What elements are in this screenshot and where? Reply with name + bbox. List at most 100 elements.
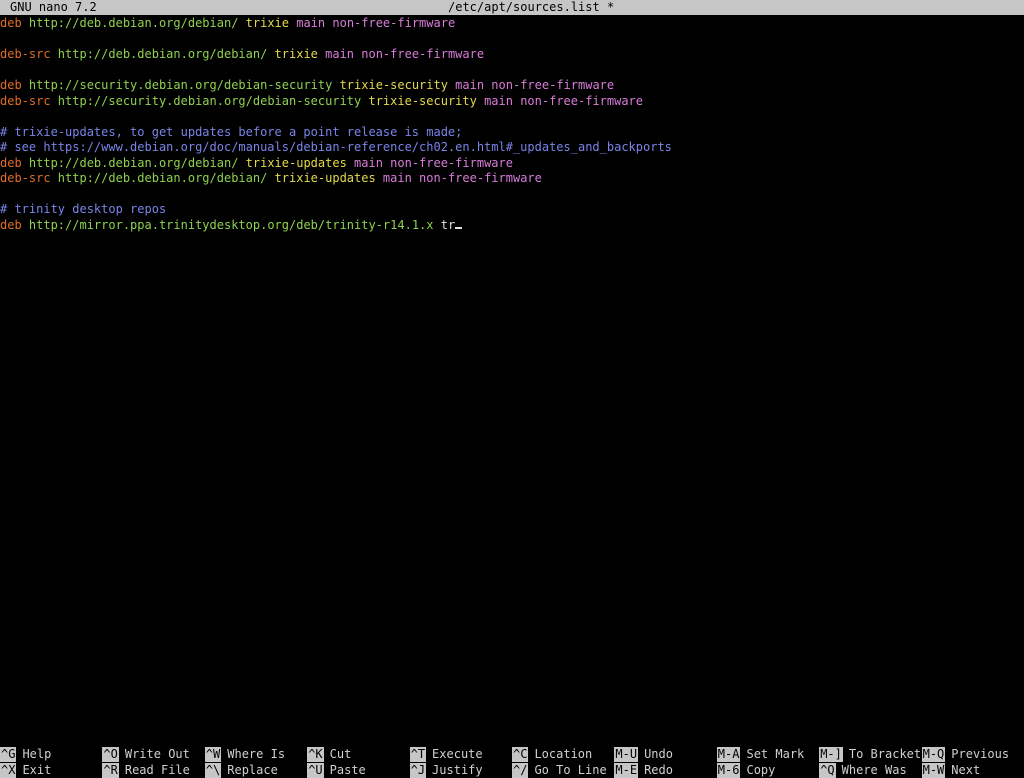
shortcut-label: Justify	[432, 763, 483, 777]
shortcut-item[interactable]: ^/ Go To Line	[512, 763, 607, 778]
line-segment: deb-src	[0, 93, 51, 108]
line-segment: deb	[0, 217, 22, 232]
line-segment: deb	[0, 78, 22, 92]
shortcut-item[interactable]: ^J Justify	[409, 763, 483, 778]
editor-buffer[interactable]: deb http://deb.debian.org/debian/ trixie…	[0, 16, 1024, 746]
shortcut-item[interactable]: ^\ Replace	[204, 763, 278, 778]
editor-line[interactable]: deb-src http://deb.debian.org/debian/ tr…	[0, 171, 542, 186]
shortcut-item[interactable]: ^O Write Out	[102, 747, 190, 762]
line-segment: # see https://www.debian.org/doc/manuals…	[0, 140, 672, 154]
file-name: /etc/apt/sources.list *	[448, 0, 615, 14]
shortcut-label: Cut	[329, 747, 352, 761]
editor-line[interactable]: deb-src http://security.debian.org/debia…	[0, 94, 643, 109]
shortcut-key: M-]	[819, 747, 843, 762]
editor-line[interactable]: # trixie-updates, to get updates before …	[0, 125, 462, 140]
shortcut-key: M-A	[716, 747, 741, 762]
shortcut-item[interactable]: M-W Next	[921, 763, 981, 778]
shortcut-key: ^T	[409, 747, 427, 762]
shortcut-key: ^Q	[819, 763, 836, 778]
shortcut-label: Copy	[746, 763, 776, 777]
line-segment: main non-free-firmware	[476, 93, 644, 108]
shortcut-label: Go To Line	[534, 763, 607, 777]
shortcut-item[interactable]: M-6 Copy	[716, 763, 776, 778]
line-segment: http://security.debian.org/debian-securi…	[21, 78, 333, 92]
shortcut-item[interactable]: ^R Read File	[102, 763, 190, 778]
line-segment: trixie-security	[332, 78, 448, 92]
editor-line[interactable]: deb http://security.debian.org/debian-se…	[0, 78, 614, 93]
shortcut-key: ^\	[204, 763, 222, 778]
line-segment: deb-src	[0, 171, 51, 185]
shortcut-key: ^R	[102, 763, 119, 778]
text-cursor	[455, 226, 463, 229]
shortcut-label: Exit	[22, 763, 52, 777]
nano-title-bar: GNU nano 7.2 /etc/apt/sources.list *	[0, 0, 1024, 15]
line-segment: deb	[0, 16, 22, 30]
shortcut-item[interactable]: ^X Exit	[0, 763, 51, 778]
line-segment: http://security.debian.org/debian-securi…	[50, 93, 362, 108]
line-segment: # trixie-updates, to get updates before …	[0, 124, 463, 139]
shortcut-label: Set Mark	[746, 747, 805, 761]
shortcut-key: M-Q	[921, 747, 946, 762]
shortcut-label: Read File	[124, 763, 190, 777]
editor-line[interactable]: deb http://mirror.ppa.trinitydesktop.org…	[0, 217, 463, 233]
app-version: GNU nano 7.2	[10, 0, 97, 14]
line-segment: main non-free-firmware	[375, 171, 542, 185]
line-segment: # trinity desktop repos	[0, 202, 167, 216]
line-segment: tr	[433, 217, 456, 232]
shortcut-key: M-E	[614, 763, 639, 778]
line-segment: deb-src	[0, 47, 51, 61]
shortcut-item[interactable]: ^T Execute	[409, 747, 483, 762]
shortcut-label: Execute	[432, 747, 483, 761]
shortcut-item[interactable]: ^G Help	[0, 747, 51, 762]
editor-line[interactable]: deb-src http://deb.debian.org/debian/ tr…	[0, 47, 484, 62]
editor-line[interactable]: # trinity desktop repos	[0, 202, 166, 217]
shortcut-bar: ^G Help ^X Exit ^O Write Out ^R Read File ^W Wher…	[0, 747, 1024, 778]
shortcut-label: Write Out	[124, 747, 190, 761]
line-segment: trixie-updates	[267, 171, 376, 185]
line-segment: trixie	[238, 16, 290, 30]
shortcut-label: Undo	[644, 747, 673, 761]
editor-line[interactable]: deb http://deb.debian.org/debian/ trixie…	[0, 16, 455, 31]
line-segment: deb	[0, 155, 22, 170]
editor-line[interactable]: # see https://www.debian.org/doc/manuals…	[0, 140, 672, 155]
line-segment: http://deb.debian.org/debian/	[50, 47, 268, 61]
line-segment: http://deb.debian.org/debian/	[21, 155, 239, 170]
shortcut-label: Location	[534, 747, 593, 761]
shortcut-item[interactable]: M-E Redo	[614, 763, 673, 778]
shortcut-key: ^K	[307, 747, 324, 762]
line-segment: trixie-security	[361, 93, 477, 108]
shortcut-key: ^U	[307, 763, 324, 778]
shortcut-key: M-6	[716, 763, 741, 778]
shortcut-key: ^X	[0, 763, 17, 778]
shortcut-label: Redo	[644, 763, 673, 777]
shortcut-label: To Bracket	[848, 747, 922, 761]
shortcut-item[interactable]: ^Q Where Was	[819, 763, 907, 778]
shortcut-key: ^J	[409, 763, 427, 778]
shortcut-label: Next	[951, 763, 981, 777]
shortcut-key: ^O	[102, 747, 119, 762]
shortcut-key: M-W	[921, 763, 946, 778]
editor-line[interactable]: deb http://deb.debian.org/debian/ trixie…	[0, 156, 513, 171]
line-segment: main non-free-firmware	[346, 155, 513, 170]
shortcut-item[interactable]: M-Q Previous	[921, 747, 1009, 762]
line-segment: http://deb.debian.org/debian/	[21, 16, 239, 30]
shortcut-key: M-U	[614, 747, 639, 762]
shortcut-item[interactable]: M-U Undo	[614, 747, 673, 762]
shortcut-item[interactable]: ^K Cut	[307, 747, 351, 762]
shortcut-label: Paste	[329, 763, 366, 777]
shortcut-item[interactable]: ^U Paste	[307, 763, 366, 778]
line-segment: main non-free-firmware	[317, 47, 485, 61]
shortcut-item[interactable]: ^C Location	[512, 747, 592, 762]
shortcut-key: ^G	[0, 747, 17, 762]
shortcut-item[interactable]: M-] To Bracket	[819, 747, 921, 762]
line-segment: main non-free-firmware	[289, 16, 456, 30]
shortcut-key: ^W	[204, 747, 222, 762]
shortcut-label: Replace	[227, 763, 278, 777]
shortcut-label: Where Was	[841, 763, 907, 777]
shortcut-key: ^C	[512, 747, 529, 762]
shortcut-item[interactable]: M-A Set Mark	[716, 747, 805, 762]
line-segment: main non-free-firmware	[447, 78, 615, 92]
shortcut-label: Help	[22, 747, 52, 761]
shortcut-label: Where Is	[227, 747, 286, 761]
shortcut-item[interactable]: ^W Where Is	[204, 747, 286, 762]
